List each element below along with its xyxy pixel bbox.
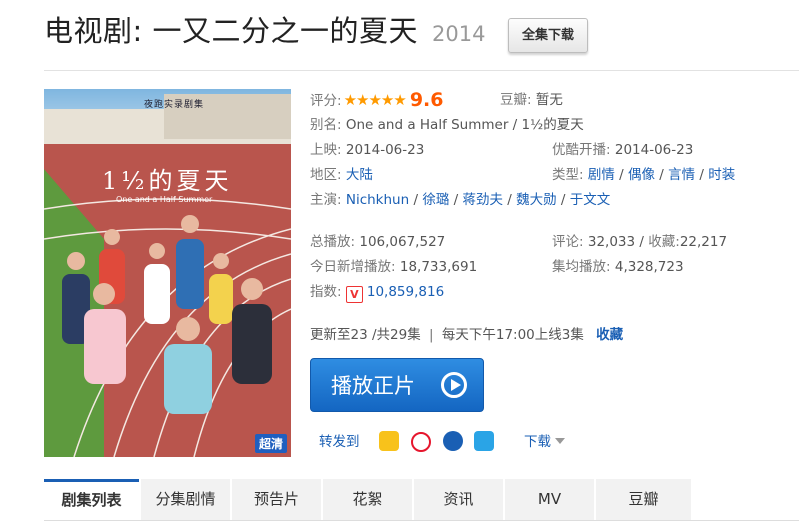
region-row: 地区: 大陆: [310, 164, 373, 186]
avg-plays-label: 集均播放:: [552, 259, 611, 275]
cast-link[interactable]: 蒋劲夫: [462, 192, 503, 208]
tab-episode-list[interactable]: 剧集列表: [44, 479, 139, 520]
divider: [44, 520, 799, 521]
renren-share-icon[interactable]: [443, 431, 463, 451]
comments-label: 评论:: [552, 234, 584, 250]
rating-stars-icon: ★★★★★: [343, 91, 407, 109]
region-link[interactable]: 大陆: [346, 167, 373, 183]
rating-label: 评分:: [310, 93, 342, 109]
cast-label: 主演:: [310, 192, 342, 208]
douban-value: 暂无: [535, 92, 563, 108]
cast-link[interactable]: 魏大勋: [516, 192, 557, 208]
release-label: 上映:: [310, 142, 342, 158]
today-plays-row: 今日新增播放: 18,733,691: [310, 256, 477, 278]
poster-image[interactable]: 夜跑实录剧集 1½的夏天 One and a Half Summer 超清: [44, 89, 291, 457]
tab-news[interactable]: 资讯: [414, 479, 503, 520]
youku-premiere-label: 优酷开播:: [552, 142, 611, 158]
avg-plays-row: 集均播放: 4,328,723: [552, 256, 684, 278]
poster-subtitle: One and a Half Summer: [116, 195, 213, 204]
tab-clips[interactable]: 花絮: [323, 479, 412, 520]
hd-badge: 超清: [254, 434, 287, 453]
tab-trailers[interactable]: 预告片: [232, 479, 321, 520]
youku-premiere-row: 优酷开播: 2014-06-23: [552, 139, 693, 161]
cast-link[interactable]: 于文文: [570, 192, 611, 208]
index-value-link[interactable]: 10,859,816: [367, 284, 444, 300]
alias-value: One and a Half Summer / 1½的夏天: [345, 117, 584, 133]
favorites-value: 22,217: [679, 234, 728, 250]
today-plays-label: 今日新增播放:: [310, 259, 396, 275]
comments-value: 32,033: [587, 234, 636, 250]
schedule-text: 每天下午17:00上线3集: [441, 327, 584, 343]
youku-premiere-value: 2014-06-23: [614, 142, 694, 158]
play-main-label: 播放正片: [331, 374, 415, 398]
avg-plays-value: 4,328,723: [614, 259, 684, 275]
alias-row: 别名: One and a Half Summer / 1½的夏天: [310, 114, 584, 136]
download-label: 下载: [524, 434, 551, 450]
download-dropdown[interactable]: 下载: [524, 431, 565, 453]
release-year: 2014: [432, 22, 486, 46]
poster-title: 1½的夏天: [102, 167, 233, 195]
rating-score: 9.6: [409, 89, 444, 111]
today-plays-value: 18,733,691: [399, 259, 478, 275]
youku-index-icon: V: [345, 286, 363, 303]
genre-row: 类型: 剧情 / 偶像 / 言情 / 时装: [552, 167, 736, 183]
download-all-button[interactable]: 全集下载: [508, 18, 588, 53]
release-row: 上映: 2014-06-23: [310, 139, 424, 161]
cast-link[interactable]: 徐璐: [422, 192, 449, 208]
favorites-label: 收藏:: [648, 234, 680, 250]
genre-link[interactable]: 剧情: [588, 167, 615, 183]
cast-link[interactable]: Nichkhun: [346, 192, 409, 208]
genre-link[interactable]: 时装: [708, 167, 735, 183]
content-tabs: 剧集列表 分集剧情 预告片 花絮 资讯 MV 豆瓣: [44, 479, 799, 520]
update-status: 更新至23 /共29集: [310, 327, 421, 343]
separator: |: [429, 327, 434, 343]
poster-artwork: [44, 89, 291, 457]
qq-weibo-share-icon[interactable]: [474, 431, 494, 451]
favorite-link[interactable]: 收藏: [596, 327, 623, 343]
weibo-share-icon[interactable]: [411, 432, 431, 452]
tab-mv[interactable]: MV: [505, 479, 594, 520]
index-row: 指数: V 10,859,816: [310, 281, 444, 303]
genre-link[interactable]: 偶像: [628, 167, 655, 183]
tab-episode-synopsis[interactable]: 分集剧情: [141, 479, 230, 520]
update-row: 更新至23 /共29集 | 每天下午17:00上线3集 收藏: [310, 324, 623, 346]
genre-label: 类型:: [552, 167, 584, 183]
genre-link[interactable]: 言情: [668, 167, 695, 183]
share-label: 转发到: [319, 434, 360, 450]
play-main-button[interactable]: 播放正片: [310, 358, 484, 412]
release-value: 2014-06-23: [345, 142, 425, 158]
qzone-share-icon[interactable]: [379, 431, 399, 451]
region-label: 地区:: [310, 167, 342, 183]
play-icon: [441, 372, 467, 398]
comments-row: 评论: 32,033 / 收藏:22,217: [552, 234, 728, 250]
douban-label: 豆瓣:: [500, 92, 532, 108]
divider: [44, 70, 799, 71]
index-label: 指数:: [310, 284, 342, 300]
poster-tagline: 夜跑实录剧集: [144, 100, 205, 110]
title-row: 电视剧: 一又二分之一的夏天 2014: [44, 8, 485, 52]
cast-row: 主演: Nichkhun / 徐璐 / 蒋劲夫 / 魏大勋 / 于文文: [310, 192, 611, 208]
total-plays-row: 总播放: 106,067,527: [310, 231, 445, 253]
rating-row: 评分: ★★★★★ 9.6: [310, 89, 443, 111]
page-title: 电视剧: 一又二分之一的夏天: [44, 14, 418, 48]
total-plays-value: 106,067,527: [359, 234, 446, 250]
total-plays-label: 总播放:: [310, 234, 356, 250]
chevron-down-icon: [555, 438, 565, 444]
douban-row: 豆瓣: 暂无: [500, 89, 563, 111]
tab-douban[interactable]: 豆瓣: [596, 479, 691, 520]
alias-label: 别名:: [310, 117, 342, 133]
